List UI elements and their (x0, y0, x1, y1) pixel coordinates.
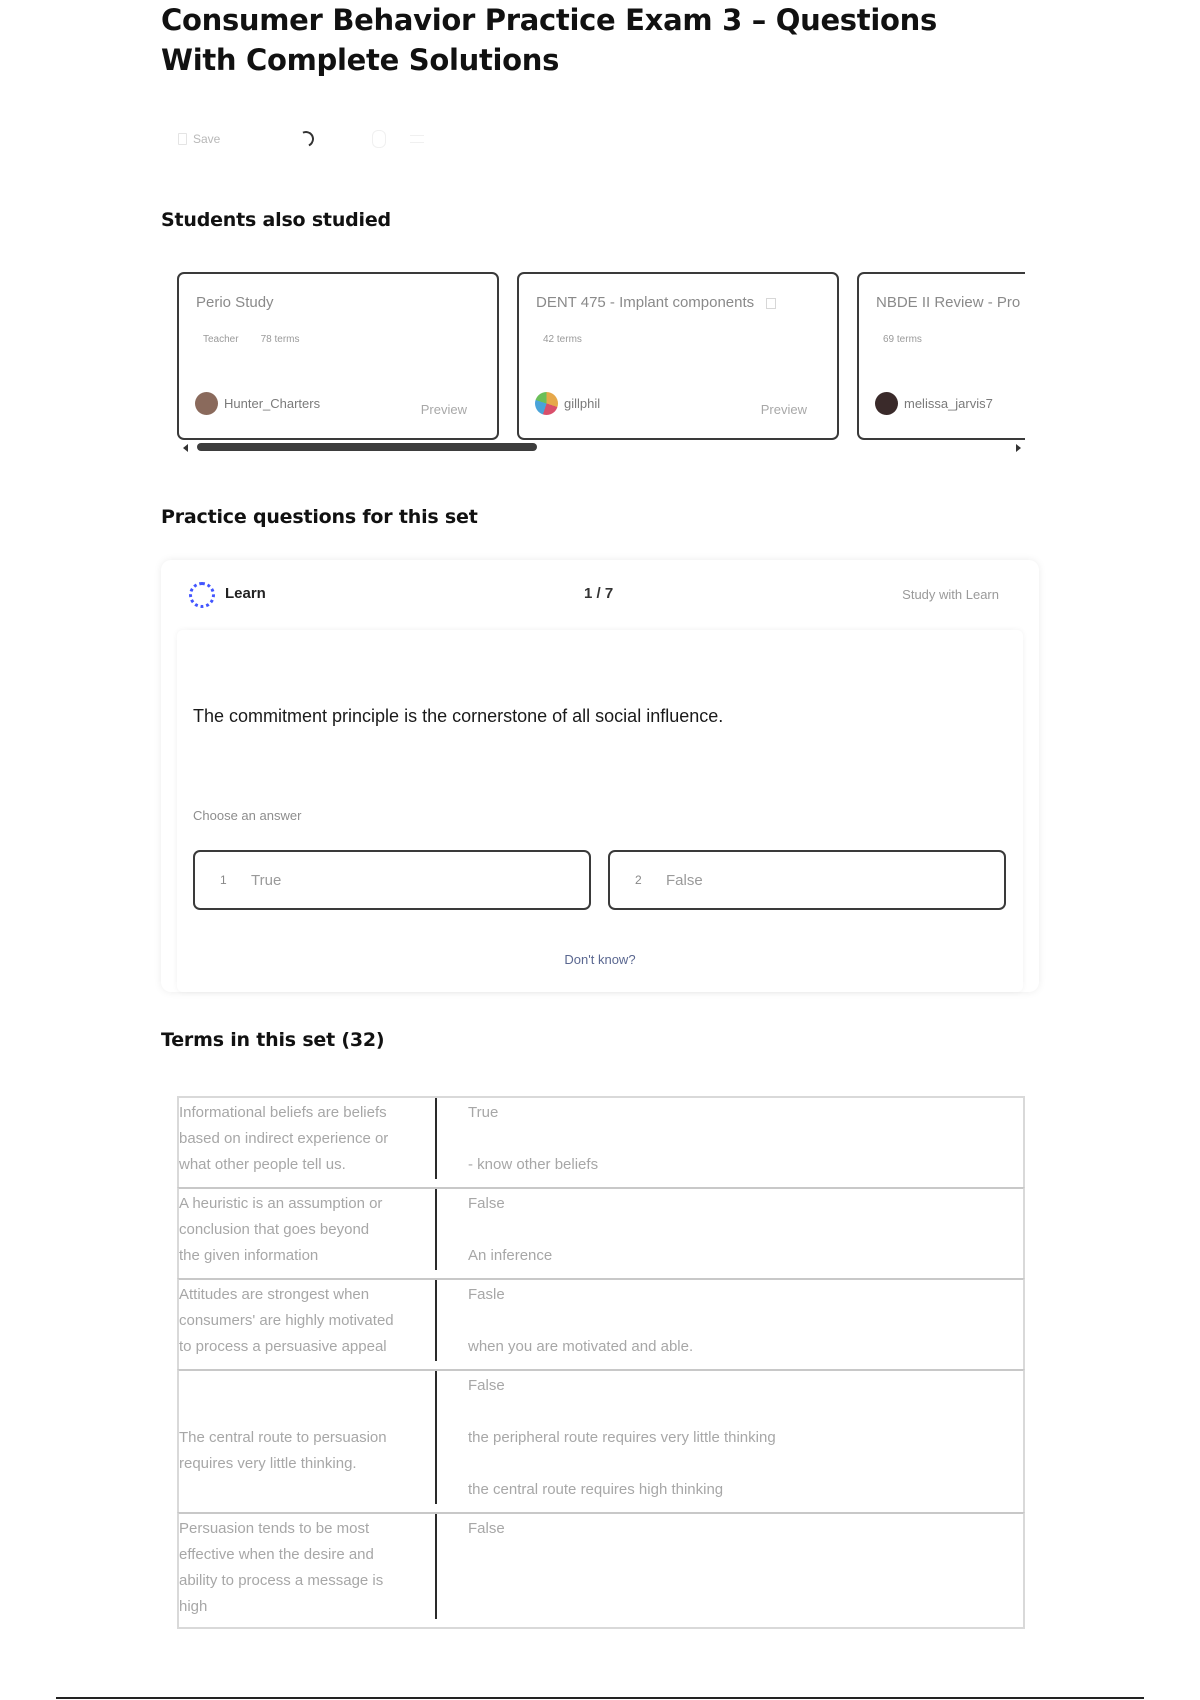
card-meta: Teacher 78 terms (203, 334, 299, 345)
term-row: Attitudes are strongest when consumers' … (177, 1278, 1025, 1369)
card-term-count: 78 terms (260, 334, 300, 345)
card-badge: Teacher (203, 334, 239, 345)
term-divider (435, 1371, 437, 1504)
card-title: NBDE II Review - Pro (876, 294, 1021, 311)
card-title-row: DENT 475 - Implant components (536, 294, 777, 311)
card-author[interactable]: melissa_jarvis7 (875, 392, 993, 415)
card-title: DENT 475 - Implant components (536, 294, 755, 311)
answer-label: False (666, 871, 703, 889)
question-progress: 1 / 7 (584, 585, 614, 602)
study-set-card[interactable]: Perio Study Teacher 78 terms Hunter_Char… (177, 272, 499, 440)
terms-table: Informational beliefs are beliefs based … (177, 1096, 1025, 1629)
card-meta: 69 terms (883, 334, 922, 345)
card-author[interactable]: Hunter_Charters (195, 392, 320, 415)
term-divider (435, 1514, 437, 1619)
answer-option-false[interactable]: 2 False (608, 850, 1006, 910)
term-row: The central route to persuasion requires… (177, 1369, 1025, 1512)
term-definition: True - know other beliefs (468, 1104, 599, 1173)
terms-heading: Terms in this set (32) (161, 1029, 385, 1051)
card-title: Perio Study (196, 294, 274, 311)
learn-header: Learn 1 / 7 Study with Learn (161, 560, 1039, 624)
learn-icon (189, 582, 215, 608)
question-card: The commitment principle is the cornerst… (177, 630, 1023, 992)
scroll-left-icon[interactable] (183, 444, 188, 452)
study-with-learn-link[interactable]: Study with Learn (902, 587, 999, 602)
answer-number: 1 (220, 873, 227, 887)
term-definition: Fasle when you are motivated and able. (468, 1286, 694, 1355)
card-meta: 42 terms (543, 334, 582, 345)
term-divider (435, 1098, 437, 1179)
avatar (875, 392, 898, 415)
answer-number: 2 (635, 873, 642, 887)
term-definition: False (468, 1520, 505, 1537)
answer-label: True (251, 871, 282, 889)
term-text: A heuristic is an assumption or conclusi… (179, 1195, 383, 1264)
choose-answer-label: Choose an answer (193, 808, 302, 823)
study-set-card[interactable]: NBDE II Review - Pro 69 terms melissa_ja… (857, 272, 1025, 440)
bookmark-icon (178, 133, 187, 145)
save-button[interactable]: Save (178, 132, 298, 146)
share-icon[interactable] (372, 130, 386, 148)
action-bar: Save (178, 126, 424, 152)
avatar (195, 392, 218, 415)
scroll-right-icon[interactable] (1016, 444, 1021, 452)
loading-spinner-icon (295, 128, 317, 150)
term-text: Informational beliefs are beliefs based … (179, 1104, 389, 1173)
term-text: Persuasion tends to be most effective wh… (179, 1520, 384, 1615)
term-divider (435, 1189, 437, 1270)
term-row: Informational beliefs are beliefs based … (177, 1096, 1025, 1187)
question-text: The commitment principle is the cornerst… (193, 706, 724, 726)
document-icon (766, 297, 777, 309)
learn-panel: Learn 1 / 7 Study with Learn The commitm… (161, 560, 1039, 992)
avatar (535, 392, 558, 415)
author-name: gillphil (564, 396, 601, 411)
scrollbar-thumb[interactable] (197, 443, 537, 451)
more-options-icon[interactable] (410, 135, 424, 143)
study-set-card[interactable]: DENT 475 - Implant components 42 terms g… (517, 272, 839, 440)
preview-button[interactable]: Preview (761, 402, 807, 417)
term-text: The central route to persuasion requires… (179, 1429, 387, 1472)
term-divider (435, 1280, 437, 1361)
learn-mode-label: Learn (225, 585, 266, 602)
preview-button[interactable]: Preview (421, 402, 467, 417)
term-row: Persuasion tends to be most effective wh… (177, 1512, 1025, 1629)
term-text: Attitudes are strongest when consumers' … (179, 1286, 394, 1355)
save-label: Save (193, 132, 221, 146)
term-row: A heuristic is an assumption or conclusi… (177, 1187, 1025, 1278)
term-definition: False An inference (468, 1195, 553, 1264)
carousel-scrollbar[interactable] (177, 442, 1025, 454)
page-bottom-rule (56, 1697, 1144, 1699)
card-author[interactable]: gillphil (535, 392, 600, 415)
card-term-count: 42 terms (543, 334, 582, 345)
dont-know-link[interactable]: Don't know? (177, 952, 1023, 967)
author-name: melissa_jarvis7 (904, 396, 993, 411)
author-name: Hunter_Charters (224, 396, 321, 411)
practice-questions-heading: Practice questions for this set (161, 506, 478, 528)
term-definition: False the peripheral route requires very… (468, 1377, 776, 1498)
answer-option-true[interactable]: 1 True (193, 850, 591, 910)
card-term-count: 69 terms (883, 334, 922, 345)
page-title: Consumer Behavior Practice Exam 3 – Ques… (161, 3, 937, 77)
students-also-studied-heading: Students also studied (161, 209, 391, 231)
study-set-carousel: Perio Study Teacher 78 terms Hunter_Char… (177, 270, 1025, 442)
